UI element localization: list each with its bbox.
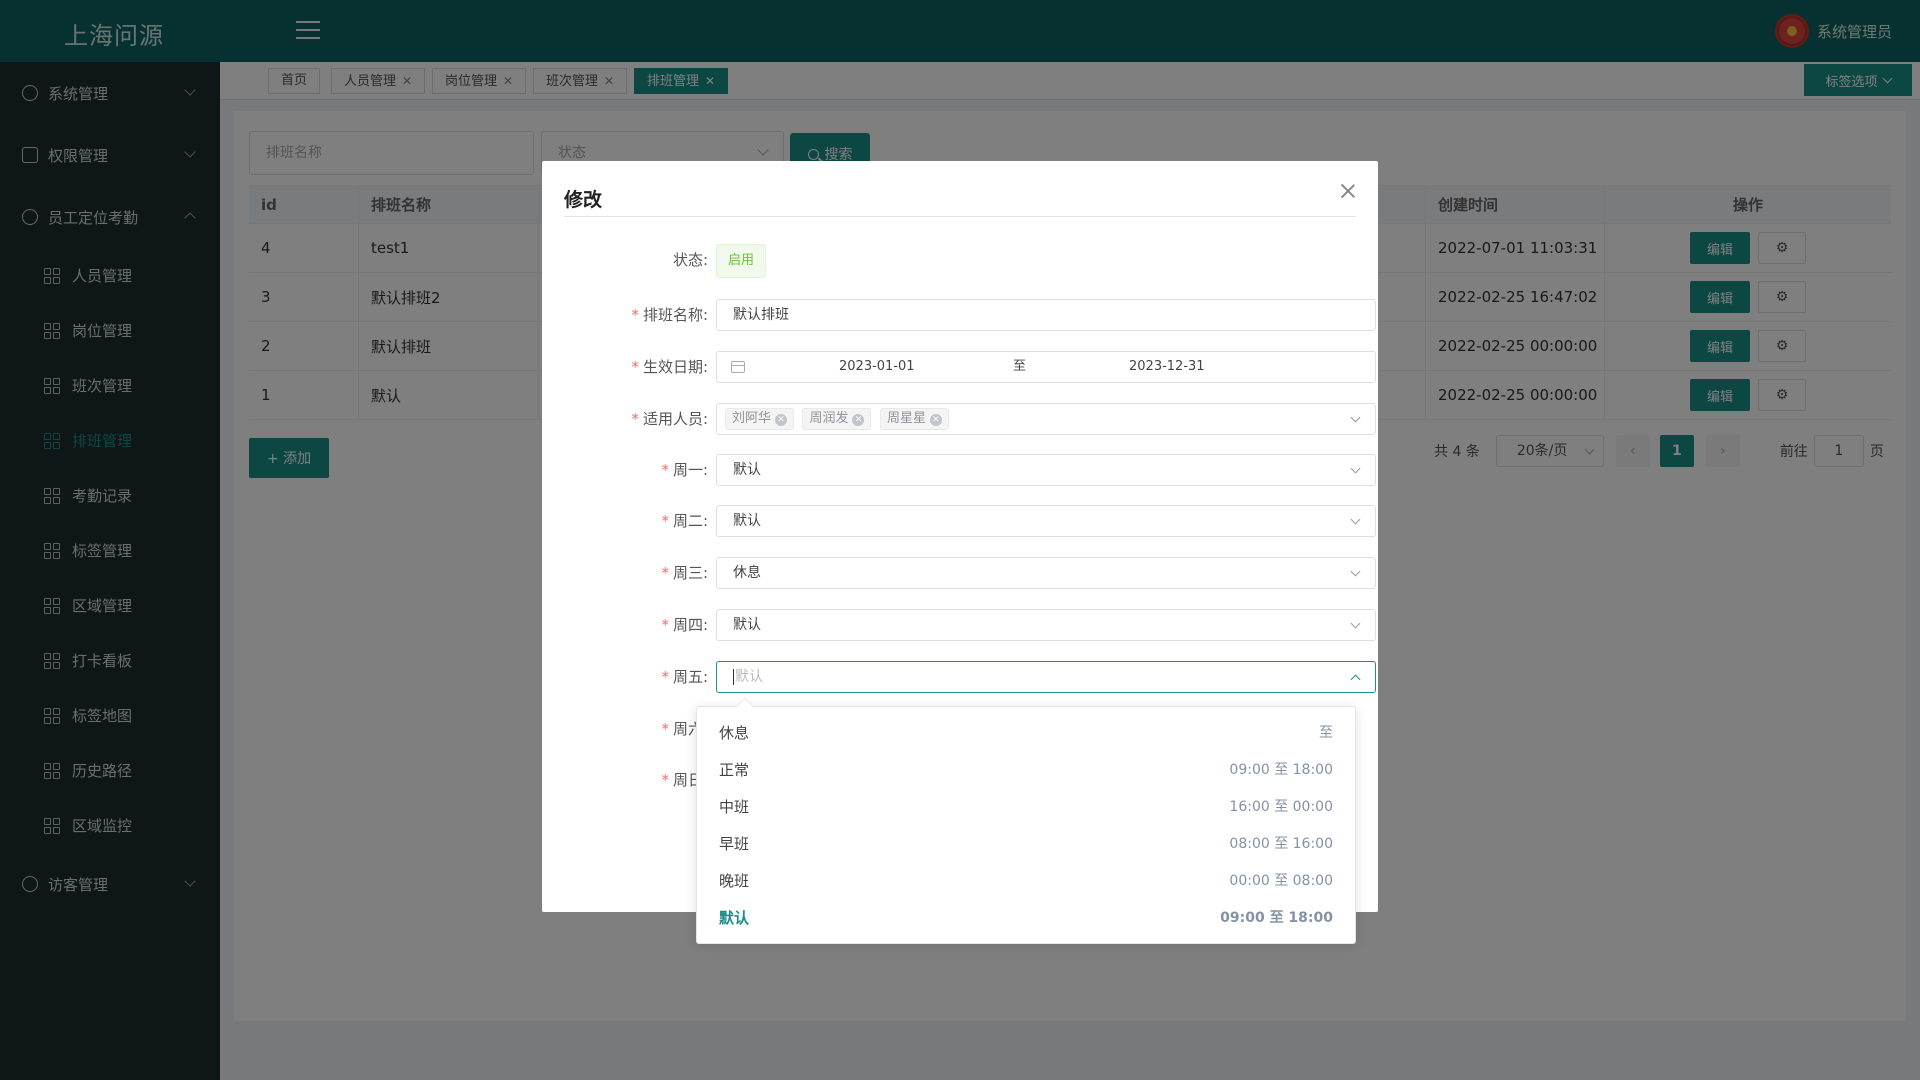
date-range-picker[interactable]: 2023-01-01 至 2023-12-31: [716, 351, 1376, 383]
divider: [564, 216, 1356, 217]
shift-dropdown: 休息至 正常 09:00 至 18:00 中班 16:00 至 00:00 早班 08…: [696, 697, 1356, 944]
calendar-icon: [731, 361, 745, 373]
close-icon[interactable]: [1340, 183, 1356, 199]
form-row-monday: * 周一: 默认: [564, 454, 1376, 486]
form-row-date: * 生效日期: 2023-01-01 至 2023-12-31: [564, 351, 1376, 383]
day-label: * 周二:: [661, 512, 708, 530]
chevron-down-icon: [1350, 618, 1361, 629]
schedule-name-field[interactable]: 默认排班: [716, 299, 1376, 331]
dropdown-option[interactable]: 正常 09:00 至 18:00: [697, 752, 1355, 789]
form-row-status: 状态: 启用: [564, 244, 1356, 278]
form-row-tuesday: * 周二: 默认: [564, 505, 1376, 537]
chevron-up-icon: [1350, 674, 1361, 685]
day-label: * 周三:: [661, 564, 708, 582]
thursday-select[interactable]: 默认: [716, 609, 1376, 641]
day-label: * 周五:: [661, 668, 708, 686]
staff-tag: 周润发 ✕: [802, 408, 872, 430]
text-caret: [733, 669, 734, 685]
chevron-down-icon: [1350, 566, 1361, 577]
chevron-down-icon: [1350, 514, 1361, 525]
close-icon[interactable]: ✕: [775, 414, 788, 426]
form-row-friday: * 周五: 默认: [564, 661, 1376, 693]
date-start[interactable]: 2023-01-01: [839, 352, 915, 382]
name-label: * 排班名称:: [631, 306, 708, 324]
dropdown-option[interactable]: 中班 16:00 至 00:00: [697, 789, 1355, 826]
date-separator: 至: [1013, 359, 1027, 374]
status-badge[interactable]: 启用: [716, 244, 766, 278]
staff-multiselect[interactable]: 刘阿华 ✕ 周润发 ✕ 周星星 ✕: [716, 403, 1376, 435]
close-icon[interactable]: ✕: [929, 414, 942, 426]
tuesday-select[interactable]: 默认: [716, 505, 1376, 537]
status-label: 状态:: [672, 251, 708, 269]
staff-tag: 周星星 ✕: [879, 408, 949, 430]
day-label: * 周一:: [661, 461, 708, 479]
form-row-name: * 排班名称: 默认排班: [564, 299, 1376, 331]
close-icon[interactable]: ✕: [852, 414, 865, 426]
staff-label: * 适用人员:: [631, 410, 708, 428]
day-label: * 周六:: [661, 720, 708, 738]
chevron-down-icon: [1350, 412, 1361, 423]
form-row-wednesday: * 周三: 休息: [564, 557, 1376, 589]
friday-select[interactable]: 默认: [716, 661, 1376, 693]
form-row-staff: * 适用人员: 刘阿华 ✕ 周润发 ✕ 周星星 ✕: [564, 403, 1376, 435]
date-label: * 生效日期:: [631, 358, 708, 376]
dropdown-option[interactable]: 晚班 00:00 至 08:00: [697, 863, 1355, 900]
day-label: * 周四:: [661, 616, 708, 634]
chevron-down-icon: [1350, 463, 1361, 474]
dropdown-option-selected[interactable]: 默认 09:00 至 18:00: [697, 900, 1355, 937]
monday-select[interactable]: 默认: [716, 454, 1376, 486]
day-label: * 周日:: [661, 771, 708, 789]
staff-tag: 刘阿华 ✕: [725, 408, 795, 430]
wednesday-select[interactable]: 休息: [716, 557, 1376, 589]
dropdown-option[interactable]: 早班 08:00 至 16:00: [697, 826, 1355, 863]
date-end[interactable]: 2023-12-31: [1129, 352, 1205, 382]
dialog-title: 修改: [564, 189, 603, 211]
dropdown-option[interactable]: 休息至: [697, 715, 1355, 752]
form-row-thursday: * 周四: 默认: [564, 609, 1376, 641]
